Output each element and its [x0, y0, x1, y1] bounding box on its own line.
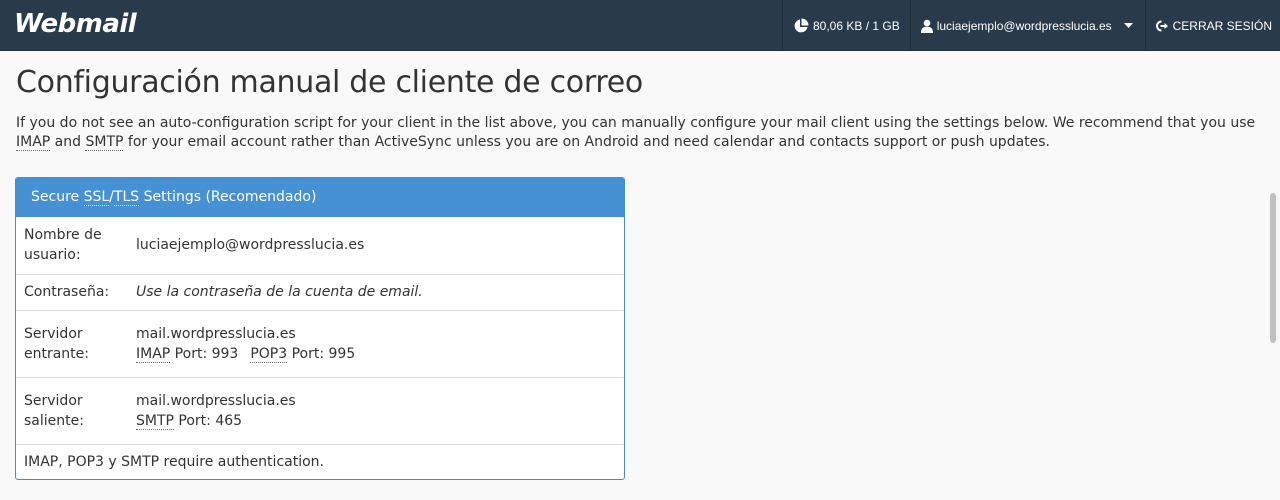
imap-port: Port: 993: [170, 345, 239, 362]
panel-heading-part-2: Settings (Recomendado): [139, 189, 317, 205]
logout-text: CERRAR SESIÓN: [1172, 18, 1272, 33]
intro-part-1: If you do not see an auto-configuration …: [16, 115, 1256, 131]
incoming-ports: IMAP Port: 993 POP3 Port: 995: [136, 344, 616, 364]
smtp-abbr: SMTP: [85, 134, 124, 151]
panel-heading: Secure SSL/TLS Settings (Recomendado): [16, 178, 624, 217]
intro-text: If you do not see an auto-configuration …: [16, 114, 1266, 152]
user-icon: [920, 19, 933, 33]
main-content: Configuración manual de cliente de corre…: [16, 66, 1266, 152]
ssl-abbr: SSL: [83, 189, 110, 206]
settings-table: Nombre de usuario: luciaejemplo@wordpres…: [16, 217, 624, 479]
ssl-settings-panel: Secure SSL/TLS Settings (Recomendado) No…: [15, 177, 625, 480]
table-row-password: Contraseña: Use la contraseña de la cuen…: [16, 273, 624, 310]
logout-button[interactable]: CERRAR SESIÓN: [1144, 0, 1280, 51]
incoming-label: Servidor entrante:: [16, 309, 136, 377]
top-right-menu: 80,06 KB / 1 GB luciaejemplo@wordpresslu…: [781, 0, 1280, 51]
disk-usage-button[interactable]: 80,06 KB / 1 GB: [781, 0, 910, 51]
user-menu-button[interactable]: luciaejemplo@wordpresslucia.es: [909, 0, 1145, 51]
username-label: Nombre de usuario:: [24, 227, 102, 264]
table-row-auth-note: IMAP, POP3 y SMTP require authentication…: [16, 443, 624, 479]
outgoing-label: Servidor saliente:: [16, 376, 136, 444]
tls-abbr: TLS: [113, 189, 140, 206]
top-navbar: Webmail 80,06 KB / 1 GB luciaejemplo@wor…: [0, 0, 1280, 51]
logout-icon: [1155, 20, 1168, 31]
page-title: Configuración manual de cliente de corre…: [16, 65, 643, 100]
pop3-port-abbr: POP3: [250, 345, 288, 363]
page-scrollbar[interactable]: [1270, 193, 1276, 343]
intro-and: and: [50, 134, 86, 150]
disk-usage-text: 80,06 KB / 1 GB: [812, 18, 900, 33]
table-row-outgoing: Servidor saliente: mail.wordpresslucia.e…: [16, 376, 624, 444]
outgoing-ports: SMTP Port: 465: [136, 411, 616, 431]
password-value: Use la contraseña de la cuenta de email.: [136, 273, 624, 310]
table-row-incoming: Servidor entrante: mail.wordpresslucia.e…: [16, 309, 624, 377]
smtp-port-abbr: SMTP: [136, 412, 174, 430]
incoming-value: mail.wordpresslucia.es IMAP Port: 993 POP…: [136, 309, 624, 377]
outgoing-host: mail.wordpresslucia.es: [136, 392, 296, 409]
user-email: luciaejemplo@wordpresslucia.es: [936, 18, 1112, 33]
incoming-host: mail.wordpresslucia.es: [136, 325, 296, 342]
webmail-logo[interactable]: Webmail: [14, 9, 137, 39]
table-row-username: Nombre de usuario: luciaejemplo@wordpres…: [16, 217, 624, 274]
intro-part-2: for your email account rather than Activ…: [123, 134, 1051, 150]
caret-down-icon: [1123, 23, 1133, 28]
password-label: Contraseña:: [16, 273, 136, 310]
imap-abbr: IMAP: [16, 134, 51, 151]
username-value: luciaejemplo@wordpresslucia.es: [136, 237, 365, 254]
pie-chart-icon: [794, 18, 809, 32]
pop3-port: Port: 995: [287, 345, 356, 362]
auth-note: IMAP, POP3 y SMTP require authentication…: [16, 443, 624, 479]
smtp-port: Port: 465: [173, 412, 243, 429]
imap-port-abbr: IMAP: [136, 345, 171, 363]
panel-heading-part-1: Secure: [31, 189, 84, 205]
outgoing-value: mail.wordpresslucia.es SMTP Port: 465: [136, 376, 624, 444]
